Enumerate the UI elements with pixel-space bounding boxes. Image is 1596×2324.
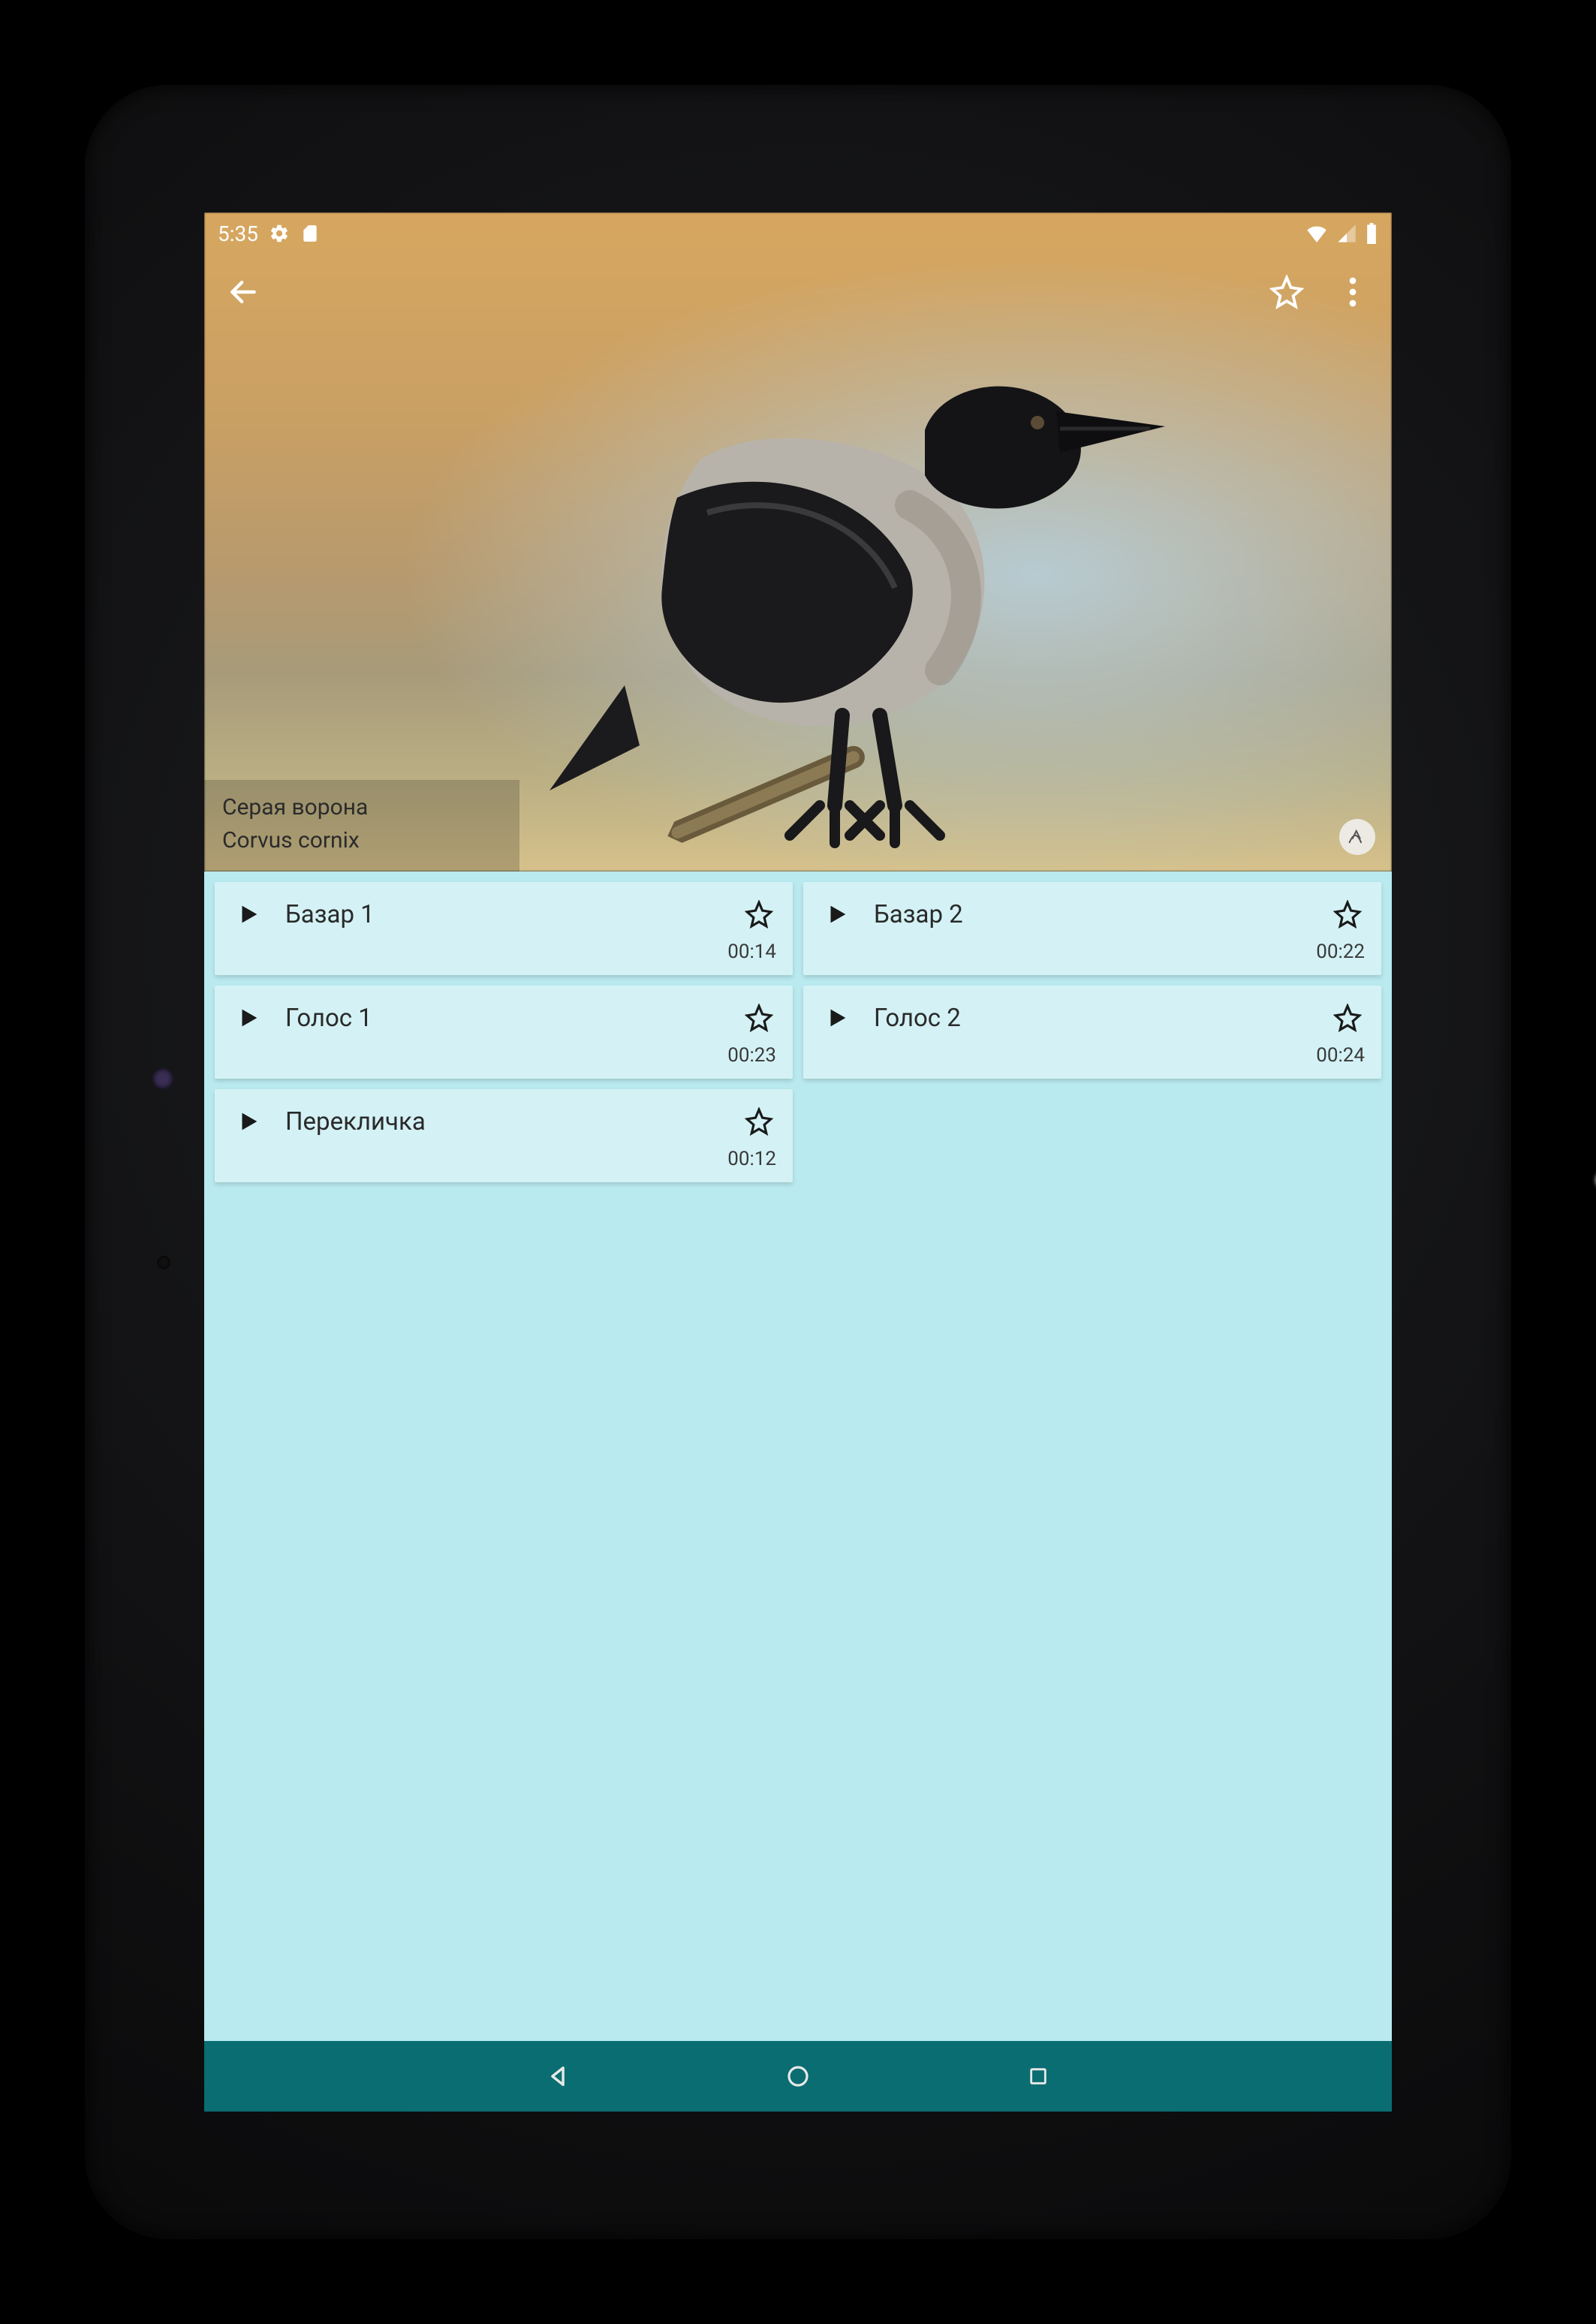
favorite-clip-button[interactable] [1330,897,1365,932]
play-button[interactable] [231,897,266,932]
bird-common-name: Серая ворона [222,793,501,822]
status-right [1305,221,1378,245]
audio-card[interactable]: Базар 2 00:22 [803,882,1381,975]
cellular-icon [1336,223,1357,244]
status-left: 5:35 [218,221,320,246]
audio-duration: 00:24 [820,1044,1365,1067]
battery-icon [1365,223,1378,244]
play-button[interactable] [231,1001,266,1035]
play-button[interactable] [820,1001,854,1035]
status-time: 5:35 [218,221,258,246]
audio-duration: 00:14 [231,941,776,963]
audio-duration: 00:22 [820,941,1365,963]
device-sensor-secondary [157,1256,170,1269]
wifi-icon [1305,221,1329,245]
photo-credit-badge[interactable] [1339,819,1375,855]
device-bezel: 5:35 [85,85,1511,2239]
sd-card-icon [300,224,320,243]
favorite-clip-button[interactable] [742,1104,776,1139]
nav-back-button[interactable] [535,2054,580,2099]
play-button[interactable] [231,1104,266,1139]
favorite-clip-button[interactable] [742,897,776,932]
overflow-menu-button[interactable] [1330,269,1375,315]
audio-duration: 00:12 [231,1148,776,1170]
app-toolbar [204,254,1392,330]
audio-card[interactable]: Перекличка 00:12 [215,1089,793,1182]
nav-recents-button[interactable] [1016,2054,1061,2099]
audio-card[interactable]: Голос 1 00:23 [215,986,793,1079]
system-nav-bar [204,2041,1392,2112]
audio-title: Голос 2 [874,1004,1311,1033]
gear-icon [269,223,290,244]
favorite-button[interactable] [1264,269,1309,315]
status-bar: 5:35 [204,212,1392,254]
hero-image: Серая ворона Corvus cornix [204,212,1392,872]
device-frame: 5:35 [0,0,1596,2324]
device-sensor [152,1068,173,1089]
audio-card[interactable]: Голос 2 00:24 [803,986,1381,1079]
audio-title: Базар 2 [874,900,1311,929]
audio-title: Базар 1 [285,900,722,929]
bird-name-panel: Серая ворона Corvus cornix [204,780,519,872]
play-button[interactable] [820,897,854,932]
audio-duration: 00:23 [231,1044,776,1067]
screen: 5:35 [204,212,1392,2112]
nav-home-button[interactable] [775,2054,821,2099]
audio-card[interactable]: Базар 1 00:14 [215,882,793,975]
favorite-clip-button[interactable] [1330,1001,1365,1035]
favorite-clip-button[interactable] [742,1001,776,1035]
back-button[interactable] [221,269,266,315]
bird-latin-name: Corvus cornix [222,826,501,855]
audio-title: Голос 1 [285,1004,722,1033]
audio-title: Перекличка [285,1107,722,1136]
audio-list: Базар 1 00:14 Базар 2 [204,872,1392,2041]
